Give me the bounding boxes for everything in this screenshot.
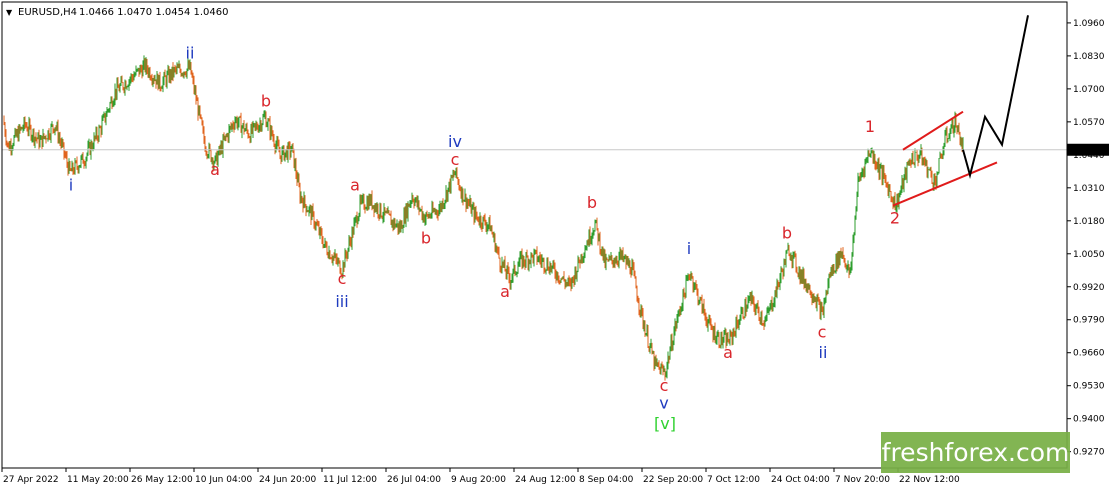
channel-line: [892, 161, 998, 207]
symbol-label: EURUSD,H4: [18, 7, 77, 18]
x-tick-label: 26 May 12:00: [131, 475, 193, 485]
y-tick-label: 0.9530: [1073, 382, 1105, 392]
x-tick-label: 24 Oct 04:00: [771, 475, 830, 485]
price-chart: iiibaciiiabivcabcv[v]iabcii12 1.10901.09…: [1, 1, 1109, 485]
x-tick-label: 27 Apr 2022: [3, 475, 59, 485]
y-tick-label: 0.9400: [1073, 415, 1105, 425]
wave-labels: iiibaciiiabivcabcv[v]iabcii12: [69, 43, 900, 432]
x-tick-label: 9 Aug 20:00: [451, 475, 506, 485]
wave-label: iii: [335, 292, 348, 311]
x-tick-label: 10 Jun 04:00: [195, 475, 252, 485]
y-tick-label: 1.0180: [1073, 217, 1105, 227]
chart-header: ▼ EURUSD,H4 1.0466 1.0470 1.0454 1.0460: [6, 7, 229, 18]
wave-label: c: [818, 322, 827, 341]
x-tick-label: 24 Jun 20:00: [259, 475, 316, 485]
x-tick-label: 7 Oct 12:00: [707, 475, 760, 485]
wave-label: b: [587, 193, 597, 212]
y-tick-label: 1.0050: [1073, 250, 1105, 260]
wave-label: 1: [865, 117, 875, 136]
wave-label: a: [350, 175, 360, 194]
wave-label: b: [261, 92, 271, 111]
wave-label: a: [723, 343, 733, 362]
wave-label: ii: [186, 43, 195, 62]
wave-label: b: [421, 229, 431, 248]
wave-label: [v]: [654, 414, 676, 433]
y-tick-label: 0.9270: [1073, 448, 1105, 458]
x-tick-label: 22 Nov 12:00: [899, 475, 960, 485]
ohlc-label: 1.0466 1.0470 1.0454 1.0460: [79, 7, 229, 18]
brand-logo: freshforex.com: [881, 432, 1070, 473]
wave-label: v: [659, 394, 668, 413]
wave-label: c: [338, 269, 347, 288]
y-tick-label: 1.0960: [1073, 19, 1105, 29]
x-tick-label: 11 Jul 12:00: [323, 475, 377, 485]
y-tick-label: 1.0830: [1073, 52, 1105, 62]
collapse-arrow-icon[interactable]: ▼: [6, 8, 13, 17]
current-price-label: 1.0460: [1071, 146, 1103, 156]
x-tick-label: 22 Sep 20:00: [643, 475, 703, 485]
wave-label: i: [687, 239, 691, 258]
wave-label: c: [660, 376, 669, 395]
wave-label: 2: [890, 208, 900, 227]
y-tick-label: 0.9790: [1073, 316, 1105, 326]
wave-label: a: [500, 282, 510, 301]
wave-label: b: [782, 224, 792, 243]
x-tick-label: 11 May 20:00: [67, 475, 129, 485]
plot-frame: [1, 1, 1068, 469]
wave-label: c: [451, 150, 460, 169]
wave-label: a: [210, 160, 220, 179]
y-tick-label: 1.0570: [1073, 118, 1105, 128]
y-tick-label: 0.9660: [1073, 349, 1105, 359]
forecast-path: [962, 15, 1029, 180]
x-tick-label: 24 Aug 12:00: [515, 475, 576, 485]
y-tick-label: 1.0700: [1073, 85, 1105, 95]
x-tick-label: 7 Nov 20:00: [835, 475, 890, 485]
x-tick-label: 8 Sep 04:00: [579, 475, 634, 485]
wave-label: ii: [819, 343, 828, 362]
y-tick-label: 0.9920: [1073, 283, 1105, 293]
wave-label: i: [69, 175, 73, 194]
y-tick-label: 1.0310: [1073, 184, 1105, 194]
wave-label: iv: [448, 132, 462, 151]
x-tick-label: 26 Jul 04:00: [387, 475, 441, 485]
